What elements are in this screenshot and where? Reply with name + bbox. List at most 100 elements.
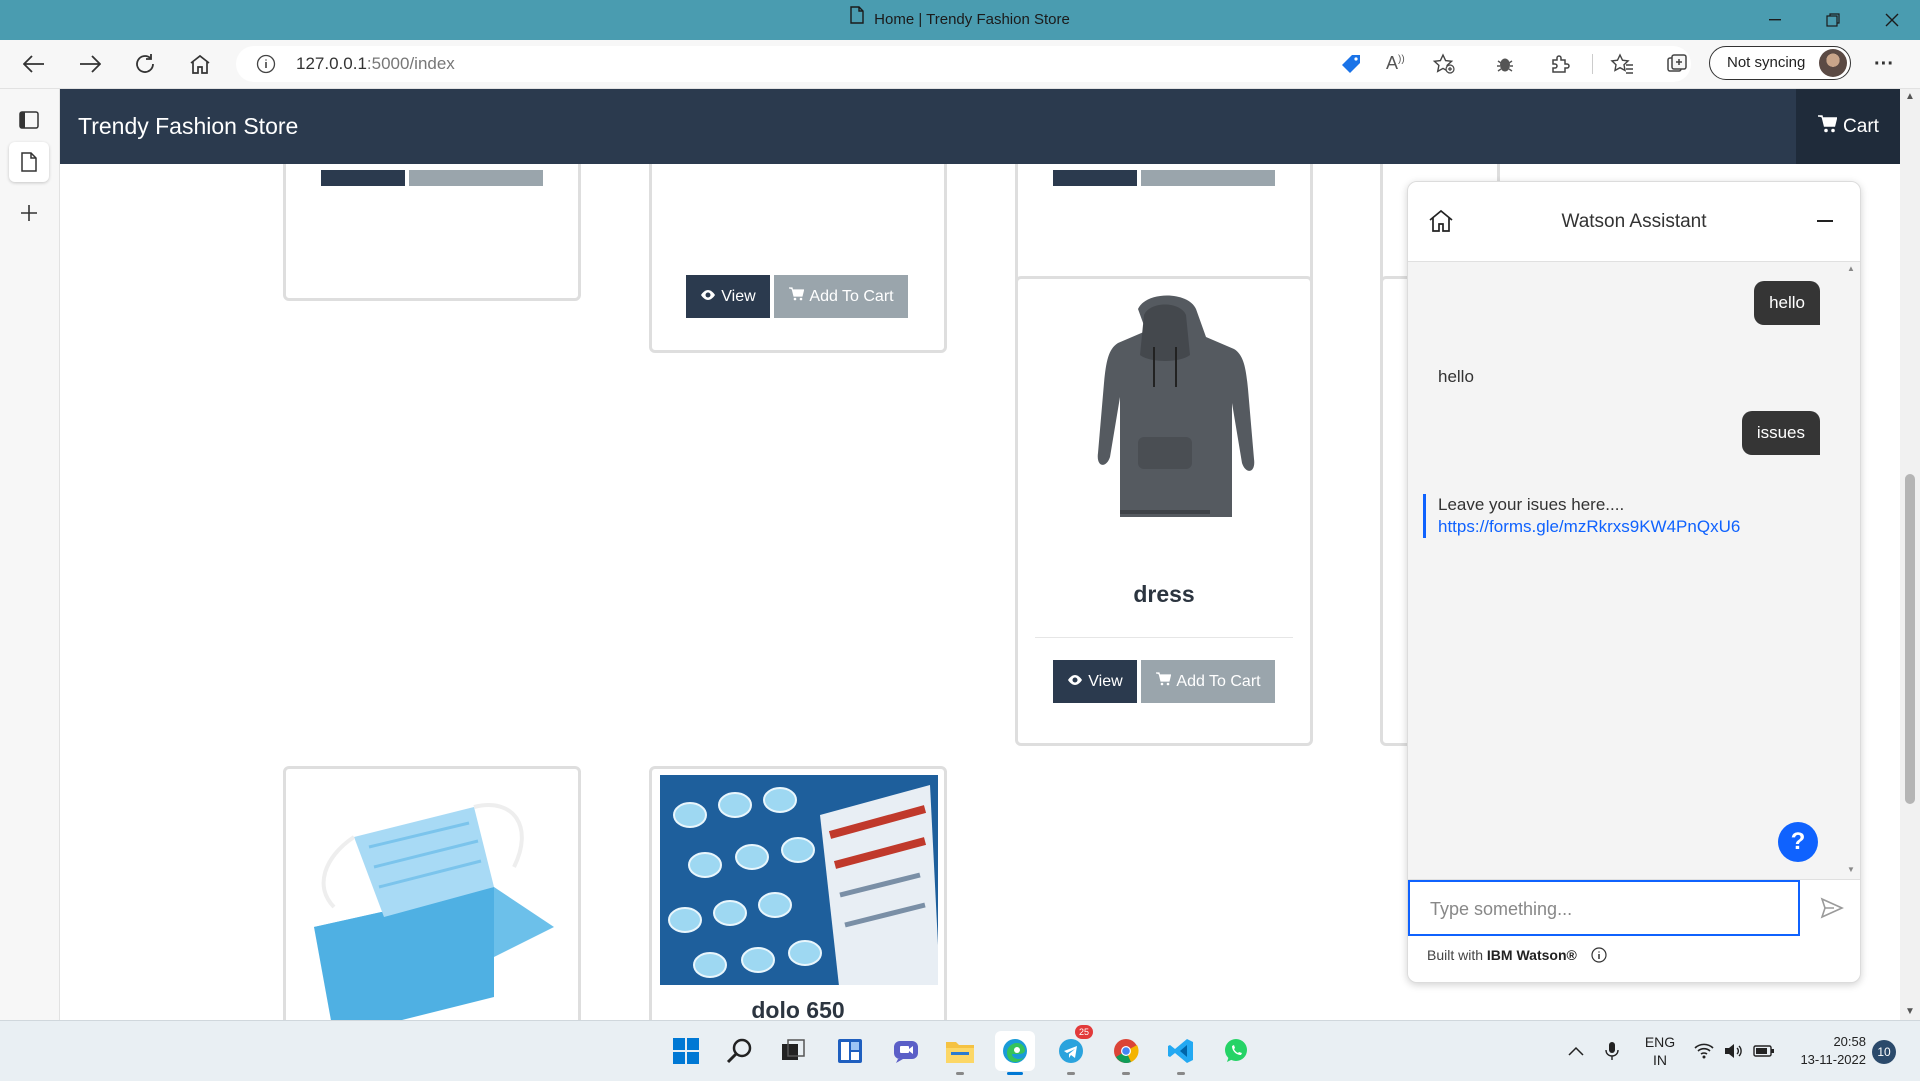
send-icon[interactable]	[1816, 892, 1848, 924]
user-message: hello	[1754, 281, 1820, 325]
refresh-button[interactable]	[125, 44, 165, 84]
bug-extension-icon[interactable]	[1485, 44, 1525, 84]
product-card-dolo: dolo 650	[649, 766, 947, 1020]
notification-count-badge[interactable]: 10	[1872, 1040, 1896, 1064]
issue-form-link[interactable]: https://forms.gle/mzRkrxs9KW4PnQxU6	[1438, 517, 1740, 536]
windows-start-icon[interactable]	[666, 1031, 706, 1071]
chat-scroll-up-icon[interactable]: ▲	[1845, 264, 1857, 273]
view-button[interactable]	[1053, 170, 1137, 186]
edge-browser-icon[interactable]	[995, 1031, 1035, 1075]
product-card-dress: dress View Add To Cart	[1015, 276, 1313, 746]
running-indicator	[956, 1072, 964, 1075]
whatsapp-icon[interactable]	[1216, 1031, 1256, 1071]
nav-cart-button[interactable]: Cart	[1796, 89, 1900, 164]
read-aloud-icon[interactable]: A))	[1386, 53, 1405, 74]
collections-icon[interactable]	[1657, 44, 1697, 84]
close-window-button[interactable]	[1864, 0, 1920, 40]
chat-input-area: Built with IBM Watson®	[1408, 879, 1860, 982]
scrollbar-thumb[interactable]	[1905, 474, 1915, 804]
widgets-icon[interactable]	[830, 1031, 870, 1071]
scroll-up-arrow-icon[interactable]: ▲	[1900, 89, 1920, 105]
profile-sync-button[interactable]: Not syncing	[1709, 46, 1851, 80]
view-button[interactable]: View	[1053, 660, 1137, 703]
page-scrollbar[interactable]: ▲ ▼	[1900, 89, 1920, 1020]
view-button[interactable]: View	[686, 275, 770, 318]
site-info-icon[interactable]	[256, 54, 276, 79]
volume-icon[interactable]	[1722, 1021, 1746, 1081]
home-button[interactable]	[180, 44, 220, 84]
help-button[interactable]: ?	[1778, 822, 1818, 862]
teams-chat-icon[interactable]	[886, 1031, 926, 1071]
address-bar[interactable]: 127.0.0.1:5000/index A))	[236, 46, 1691, 82]
vertical-tab-strip	[0, 89, 60, 1020]
extensions-icon[interactable]	[1540, 44, 1580, 84]
running-indicator	[1067, 1072, 1075, 1075]
more-menu-button[interactable]: ···	[1864, 44, 1904, 84]
clock-date: 13-11-2022	[1800, 1052, 1866, 1067]
add-to-cart-button[interactable]	[409, 170, 543, 186]
browser-toolbar: 127.0.0.1:5000/index A)) Not syncing ···	[0, 40, 1920, 89]
file-explorer-icon[interactable]	[940, 1031, 980, 1075]
profile-avatar	[1819, 49, 1847, 77]
card-divider	[1035, 637, 1293, 638]
minimize-chat-icon[interactable]	[1808, 204, 1842, 238]
info-icon[interactable]	[1591, 947, 1607, 966]
site-navbar: Trendy Fashion Store Cart	[60, 89, 1900, 164]
task-view-icon[interactable]	[773, 1031, 813, 1071]
add-to-cart-button[interactable]: Add To Cart	[1141, 660, 1275, 703]
forward-button[interactable]	[70, 44, 110, 84]
watson-assistant-panel: Watson Assistant hello hello issues Leav…	[1407, 181, 1861, 983]
watson-header: Watson Assistant	[1408, 182, 1860, 262]
active-tab-document-icon[interactable]	[9, 142, 49, 182]
product-name[interactable]: dolo 650	[652, 997, 944, 1020]
window-title-text: Home | Trendy Fashion Store	[874, 11, 1070, 28]
document-icon	[850, 0, 864, 40]
bot-message: hello	[1438, 367, 1474, 386]
new-tab-plus-icon[interactable]	[9, 193, 49, 233]
eye-icon	[700, 288, 716, 306]
scroll-down-arrow-icon[interactable]: ▼	[1900, 1004, 1920, 1020]
minimize-button[interactable]	[1747, 0, 1803, 40]
cart-icon	[1817, 114, 1838, 139]
toolbar-divider	[1592, 54, 1593, 74]
price-tag-icon[interactable]	[1340, 53, 1362, 80]
chrome-icon[interactable]	[1106, 1031, 1146, 1075]
search-icon[interactable]	[720, 1031, 760, 1071]
restore-button[interactable]	[1805, 0, 1861, 40]
view-button[interactable]	[321, 170, 405, 186]
windows-taskbar: 25 ENG IN 20:58 13-11-2022 10	[0, 1020, 1920, 1081]
watson-title: Watson Assistant	[1561, 211, 1707, 232]
url-text[interactable]: 127.0.0.1:5000/index	[296, 46, 455, 82]
battery-charging-icon[interactable]	[1752, 1021, 1776, 1081]
active-indicator	[1007, 1072, 1023, 1075]
show-hidden-icons-chevron[interactable]	[1564, 1021, 1588, 1081]
cart-icon	[788, 287, 805, 306]
microphone-icon[interactable]	[1600, 1021, 1624, 1081]
sync-status-label: Not syncing	[1727, 54, 1806, 71]
tab-actions-icon[interactable]	[9, 100, 49, 140]
telegram-icon[interactable]: 25	[1051, 1025, 1093, 1075]
back-button[interactable]	[14, 44, 54, 84]
favorites-icon[interactable]	[1602, 44, 1642, 84]
telegram-badge: 25	[1075, 1025, 1093, 1039]
home-icon[interactable]	[1424, 204, 1458, 238]
add-to-cart-button[interactable]	[1141, 170, 1275, 186]
window-title: Home | Trendy Fashion Store	[0, 0, 1920, 40]
add-to-cart-button[interactable]: Add To Cart	[774, 275, 908, 318]
language-indicator[interactable]: ENG IN	[1640, 1021, 1680, 1081]
chat-input-box[interactable]	[1408, 880, 1800, 936]
cart-icon	[1155, 672, 1172, 691]
user-message: issues	[1741, 411, 1820, 455]
face-mask-product-image[interactable]	[294, 777, 570, 1020]
product-name[interactable]: dress	[1018, 581, 1310, 608]
dolo-tablets-product-image[interactable]	[660, 775, 938, 985]
wifi-icon[interactable]	[1692, 1021, 1716, 1081]
add-favorite-icon[interactable]	[1432, 53, 1456, 80]
clock[interactable]: 20:58 13-11-2022	[1790, 1021, 1866, 1081]
chat-message-input[interactable]	[1428, 882, 1792, 936]
site-brand[interactable]: Trendy Fashion Store	[78, 89, 298, 164]
hoodie-product-image[interactable]	[1060, 287, 1270, 523]
vscode-icon[interactable]	[1161, 1031, 1201, 1075]
chat-scroll-down-icon[interactable]: ▼	[1845, 865, 1857, 874]
chat-scrollbar[interactable]: ▲ ▼	[1845, 264, 1857, 874]
